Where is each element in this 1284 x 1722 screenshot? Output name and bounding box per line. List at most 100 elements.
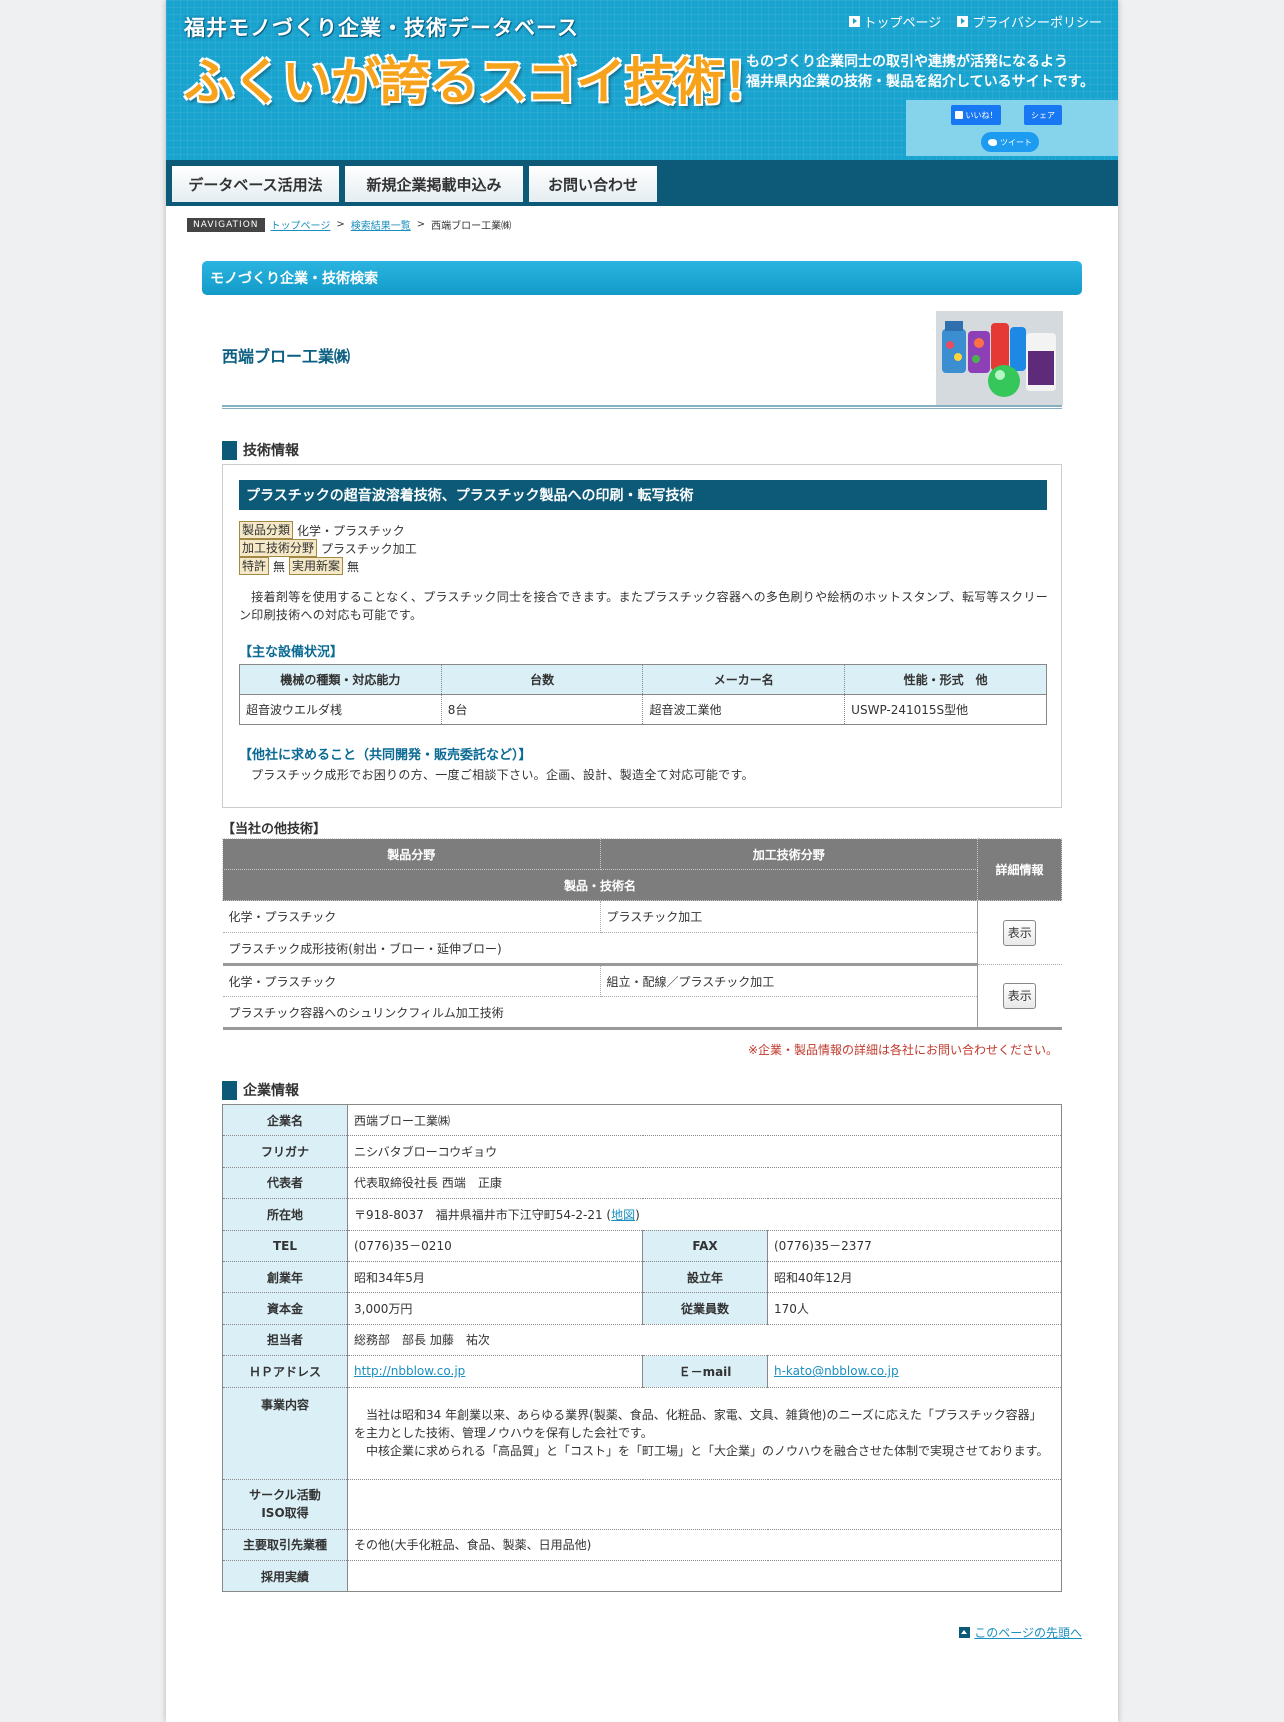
navigation-badge: NAVIGATION [187, 217, 265, 232]
hiring-label: 採用実績 [222, 1560, 348, 1592]
nav-database-usage[interactable]: データベース活用法 [172, 166, 339, 202]
homepage-cell: http://nbblow.co.jp [347, 1355, 643, 1388]
kana-value: ニシバタブローコウギョウ [347, 1135, 1062, 1168]
table-row: 超音波ウエルダ桟 8台 超音波工業他 USWP-241015S型他 [239, 694, 1047, 725]
breadcrumb-results-link[interactable]: 検索結果一覧 [351, 217, 411, 232]
col-process-field: 加工技術分野 [599, 838, 979, 870]
equipment-table: 機械の種類・対応能力 台数 メーカー名 性能・形式 他 超音波ウエルダ桟 8台 … [239, 664, 1047, 725]
facebook-share-button[interactable]: シェア [1024, 105, 1062, 125]
table-row: プラスチック成形技術(射出・ブロー・延伸ブロー) [222, 932, 1062, 966]
homepage-link[interactable]: http://nbblow.co.jp [354, 1364, 465, 1378]
other-tech-heading: 【当社の他技術】 [222, 822, 327, 837]
top-links: トップページ プライバシーポリシー [848, 12, 1102, 31]
row-process-field: 組立・配線／プラスチック加工 [600, 964, 978, 997]
email-cell: h-kato@nbblow.co.jp [767, 1355, 1062, 1388]
equipment-spec: USWP-241015S型他 [844, 694, 1047, 725]
capital-label: 資本金 [222, 1292, 348, 1325]
breadcrumb-separator: > [336, 219, 345, 230]
utility-model-value: 無 [347, 559, 360, 574]
detail-cell: 表示 [977, 964, 1062, 1030]
patent-value: 無 [273, 559, 286, 574]
arrow-up-icon [959, 1627, 971, 1638]
table-row: 資本金 3,000万円 従業員数 170人 [222, 1292, 1062, 1325]
other-tech-header-row: 製品・技術名 [221, 869, 1062, 901]
equipment-header-row: 機械の種類・対応能力 台数 メーカー名 性能・形式 他 [239, 664, 1047, 695]
equipment-heading: 【主な設備状況】 [239, 645, 344, 660]
table-row: 化学・プラスチック 組立・配線／プラスチック加工 表示 [222, 964, 1062, 1030]
company-info-table: 企業名 西端ブロー工業㈱ フリガナ ニシバタブローコウギョウ 代表者 代表取締役社長 … [222, 1104, 1062, 1593]
table-row: 主要取引先業種 その他(大手化粧品、食品、製薬、日用品他) [222, 1529, 1062, 1561]
col-product-tech-name: 製品・技術名 [221, 869, 979, 901]
address-label: 所在地 [222, 1198, 348, 1231]
show-detail-button[interactable]: 表示 [1003, 919, 1037, 946]
hiring-value [348, 1560, 1062, 1591]
section-title: モノづくり企業・技術検索 [202, 261, 1082, 295]
nav-new-company-apply[interactable]: 新規企業掲載申込み [345, 166, 523, 202]
email-link[interactable]: h-kato@nbblow.co.jp [774, 1364, 899, 1378]
email-label: Ｅ－mail [642, 1355, 768, 1388]
tech-info-box: プラスチックの超音波溶着技術、プラスチック製品への印刷・転写技術 製品分類 化学… [222, 464, 1062, 808]
established-label: 設立年 [642, 1261, 768, 1294]
back-to-top-link[interactable]: このページの先頭へ [974, 1624, 1082, 1641]
table-row: 企業名 西端ブロー工業㈱ [222, 1104, 1062, 1137]
tech-info-heading: 技術情報 [222, 440, 299, 460]
kana-label: フリガナ [222, 1135, 348, 1168]
row-product-field: 化学・プラスチック [222, 964, 601, 997]
founded-value: 昭和34年5月 [347, 1261, 643, 1294]
nav-contact[interactable]: お問い合わせ [529, 166, 657, 202]
process-field-row: 加工技術分野 プラスチック加工 [239, 539, 417, 557]
tech-title: プラスチックの超音波溶着技術、プラスチック製品への印刷・転写技術 [239, 480, 1047, 510]
capital-value: 3,000万円 [347, 1292, 643, 1325]
facebook-like-button[interactable]: いいね！ [951, 105, 1001, 125]
tel-value: (0776)35－0210 [347, 1230, 643, 1262]
table-row: 代表者 代表取締役社長 西端 正康 [222, 1167, 1062, 1200]
utility-model-label: 実用新案 [289, 557, 344, 575]
equipment-machine: 超音波ウエルダ桟 [239, 694, 442, 725]
process-field-value: プラスチック加工 [321, 541, 417, 556]
established-value: 昭和40年12月 [767, 1261, 1062, 1294]
title-divider [222, 405, 1062, 409]
circle-iso-value [347, 1479, 1062, 1530]
other-tech-header-row: 製品分野 加工技術分野 詳細情報 [222, 838, 1062, 901]
table-row: 所在地 〒918-8037 福井県福井市下江守町54-2-21 (地図) [222, 1198, 1062, 1231]
equipment-col-machine: 機械の種類・対応能力 [239, 664, 442, 695]
row-process-field: プラスチック加工 [600, 900, 978, 933]
business-label: 事業内容 [222, 1387, 348, 1480]
map-link[interactable]: 地図 [611, 1208, 635, 1222]
thumbs-up-icon [954, 111, 963, 119]
request-text: プラスチック成形でお困りの方、一度ご相談下さい。企画、設計、製造全て対応可能です… [251, 768, 754, 782]
breadcrumb-home-link[interactable]: トップページ [271, 217, 331, 232]
address-value: 〒918-8037 福井県福井市下江守町54-2-21 (地図) [347, 1198, 1062, 1231]
back-to-top[interactable]: このページの先頭へ [959, 1624, 1082, 1641]
product-image [936, 311, 1063, 405]
tweet-button[interactable]: ツイート [981, 132, 1039, 152]
row-tech-name: プラスチック容器へのシュリンクフィルム加工技術 [222, 996, 978, 1030]
equipment-col-spec: 性能・形式 他 [844, 664, 1047, 695]
arrow-right-icon [848, 16, 860, 27]
top-page-link[interactable]: トップページ [848, 12, 941, 31]
equipment-col-count: 台数 [440, 664, 644, 695]
tel-label: TEL [222, 1230, 348, 1262]
table-row: サークル活動 ISO取得 [222, 1479, 1062, 1530]
social-buttons: いいね！ シェア ツイート [906, 100, 1118, 156]
patent-row: 特許 無 実用新案 無 [239, 557, 359, 575]
site-subtitle: 福井モノづくり企業・技術データベース [184, 16, 579, 40]
company-name-value: 西端ブロー工業㈱ [347, 1104, 1062, 1137]
show-detail-button[interactable]: 表示 [1003, 983, 1037, 1009]
tech-description: 接着剤等を使用することなく、プラスチック同士を接合できます。またプラスチック容器… [239, 590, 1049, 622]
main-nav: データベース活用法 新規企業掲載申込み お問い合わせ [166, 160, 1118, 206]
privacy-policy-link[interactable]: プライバシーポリシー [957, 12, 1102, 31]
table-row: TEL (0776)35－0210 FAX (0776)35－2377 [222, 1230, 1062, 1262]
twitter-bird-icon [988, 138, 997, 146]
row-product-field: 化学・プラスチック [222, 900, 601, 933]
main-clients-value: その他(大手化粧品、食品、製薬、日用品他) [347, 1529, 1062, 1561]
fax-value: (0776)35－2377 [767, 1230, 1062, 1262]
site-logo-title[interactable]: ふくいが誇るスゴイ技術！ [184, 42, 773, 114]
contact-person-label: 担当者 [222, 1324, 348, 1357]
request-heading: 【他社に求めること（共同開発・販売委託など）】 [239, 748, 532, 763]
company-name-label: 企業名 [222, 1104, 348, 1137]
site-tagline: ものづくり企業同士の取引や連携が活発になるよう 福井県内企業の技術・製品を紹介し… [746, 54, 1095, 90]
detail-cell: 表示 [977, 900, 1062, 965]
fax-label: FAX [642, 1230, 768, 1262]
col-product-field: 製品分野 [222, 838, 601, 870]
